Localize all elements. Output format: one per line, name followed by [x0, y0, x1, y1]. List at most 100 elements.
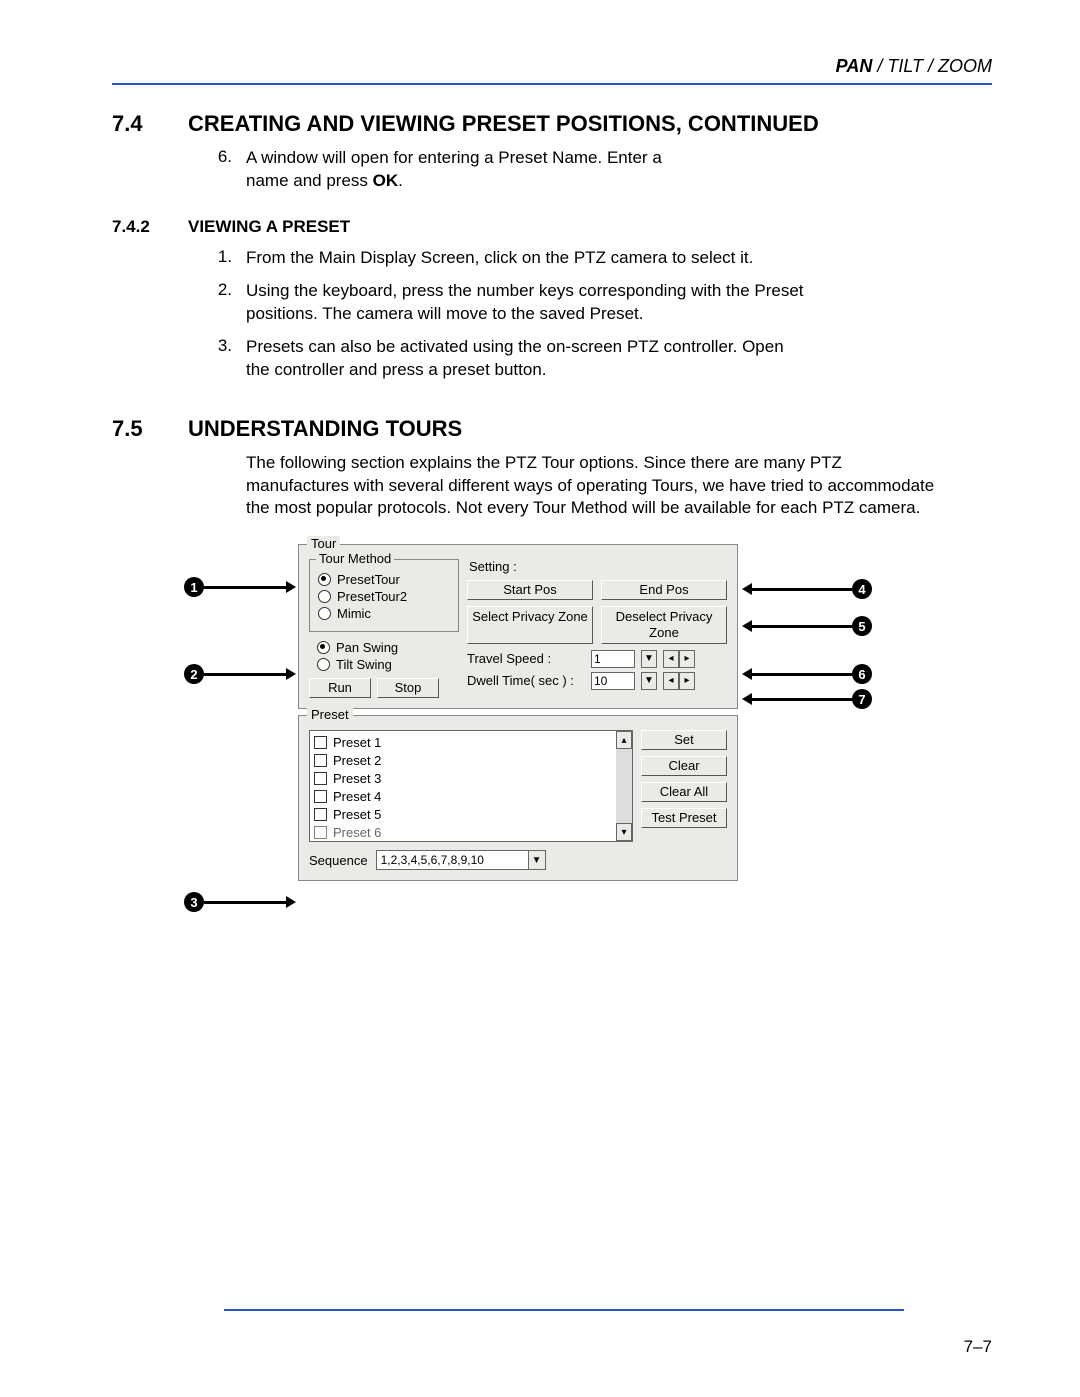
- footer-rule: [224, 1309, 904, 1311]
- radio-dot-icon: [318, 607, 331, 620]
- sequence-row: Sequence 1,2,3,4,5,6,7,8,9,10 ▼: [309, 850, 727, 870]
- list-item[interactable]: Preset 6: [314, 823, 612, 841]
- section-number: 7.5: [112, 416, 166, 442]
- scrollbar[interactable]: ▴ ▾: [616, 731, 632, 841]
- view-preset-step-2: 2. Using the keyboard, press the number …: [112, 280, 992, 326]
- step-6: 6. A window will open for entering a Pre…: [112, 147, 992, 193]
- sequence-label: Sequence: [309, 853, 368, 868]
- radio-presettour2[interactable]: PresetTour2: [318, 589, 450, 604]
- header-chapter-rest: / TILT / ZOOM: [872, 56, 992, 76]
- view-preset-step-1: 1. From the Main Display Screen, click o…: [112, 247, 992, 270]
- subsection-7-4-2-heading: 7.4.2 VIEWING A PRESET: [112, 217, 992, 237]
- callout-bubble: 3: [184, 892, 204, 912]
- step-number: 2.: [112, 280, 232, 326]
- combo-value: 10: [594, 674, 607, 688]
- sequence-combo[interactable]: 1,2,3,4,5,6,7,8,9,10 ▼: [376, 850, 546, 870]
- list-item[interactable]: Preset 1: [314, 733, 612, 751]
- radio-pan-swing[interactable]: Pan Swing: [317, 640, 459, 655]
- callout-bubble: 7: [852, 689, 872, 709]
- step6-text-b: OK: [373, 171, 399, 190]
- radio-label: Tilt Swing: [336, 657, 392, 672]
- callout-1: 1: [184, 577, 296, 597]
- tour-method-legend: Tour Method: [316, 551, 394, 566]
- dropdown-arrow-icon[interactable]: ▼: [641, 650, 657, 668]
- subsection-number: 7.4.2: [112, 217, 166, 237]
- scroll-up-icon[interactable]: ▴: [616, 731, 632, 749]
- callout-bubble: 1: [184, 577, 204, 597]
- dropdown-arrow-icon[interactable]: ▼: [641, 672, 657, 690]
- list-item[interactable]: Preset 3: [314, 769, 612, 787]
- preset-legend: Preset: [307, 707, 353, 722]
- radio-tilt-swing[interactable]: Tilt Swing: [317, 657, 459, 672]
- run-button[interactable]: Run: [309, 678, 371, 698]
- list-item-label: Preset 1: [333, 735, 381, 750]
- start-pos-button[interactable]: Start Pos: [467, 580, 593, 600]
- tour-groupbox: Tour Tour Method PresetTour PresetTour2 …: [298, 544, 738, 709]
- step6-text-a: A window will open for entering a Preset…: [246, 148, 662, 190]
- spin-left-icon[interactable]: ◂: [663, 650, 679, 668]
- callout-bubble: 6: [852, 664, 872, 684]
- checkbox-icon: [314, 736, 327, 749]
- step-number: 3.: [112, 336, 232, 382]
- sequence-value: 1,2,3,4,5,6,7,8,9,10: [377, 851, 528, 869]
- radio-mimic[interactable]: Mimic: [318, 606, 450, 621]
- scroll-down-icon[interactable]: ▾: [616, 823, 632, 841]
- deselect-privacy-zone-button[interactable]: Deselect Privacy Zone: [601, 606, 727, 643]
- step-body: Using the keyboard, press the number key…: [246, 280, 866, 326]
- step-body: From the Main Display Screen, click on t…: [246, 247, 753, 270]
- header-chapter-bold: PAN: [836, 56, 873, 76]
- tour-method-groupbox: Tour Method PresetTour PresetTour2 Mimic: [309, 559, 459, 632]
- test-preset-button[interactable]: Test Preset: [641, 808, 727, 828]
- step-body: Presets can also be activated using the …: [246, 336, 806, 382]
- step-number: 1.: [112, 247, 232, 270]
- subsection-title: VIEWING A PRESET: [188, 217, 350, 237]
- step-body: A window will open for entering a Preset…: [246, 147, 706, 193]
- checkbox-icon: [314, 826, 327, 839]
- select-privacy-zone-button[interactable]: Select Privacy Zone: [467, 606, 593, 643]
- arrow-left-icon: [742, 693, 752, 705]
- step-number: 6.: [112, 147, 232, 193]
- tour-dialog-figure: Tour Tour Method PresetTour PresetTour2 …: [112, 544, 992, 944]
- radio-presettour[interactable]: PresetTour: [318, 572, 450, 587]
- preset-groupbox: Preset Preset 1 Preset 2 Preset 3 Preset…: [298, 715, 738, 881]
- callout-2: 2: [184, 664, 296, 684]
- checkbox-icon: [314, 754, 327, 767]
- checkbox-icon: [314, 772, 327, 785]
- callout-7: 7: [742, 689, 872, 709]
- spin-right-icon[interactable]: ▸: [679, 672, 695, 690]
- preset-listbox[interactable]: Preset 1 Preset 2 Preset 3 Preset 4 Pres…: [309, 730, 633, 842]
- arrow-left-icon: [742, 620, 752, 632]
- view-preset-step-3: 3. Presets can also be activated using t…: [112, 336, 992, 382]
- travel-speed-label: Travel Speed :: [467, 651, 585, 666]
- set-button[interactable]: Set: [641, 730, 727, 750]
- travel-speed-combo[interactable]: 1: [591, 650, 635, 668]
- dropdown-arrow-icon[interactable]: ▼: [528, 851, 545, 869]
- list-item-label: Preset 5: [333, 807, 381, 822]
- list-item[interactable]: Preset 5: [314, 805, 612, 823]
- spin-left-icon[interactable]: ◂: [663, 672, 679, 690]
- clear-all-button[interactable]: Clear All: [641, 782, 727, 802]
- checkbox-icon: [314, 790, 327, 803]
- page-footer: 7–7: [112, 1335, 992, 1357]
- callout-3: 3: [184, 892, 296, 912]
- list-item-label: Preset 3: [333, 771, 381, 786]
- list-item-label: Preset 4: [333, 789, 381, 804]
- callout-6: 6: [742, 664, 872, 684]
- checkbox-icon: [314, 808, 327, 821]
- list-item[interactable]: Preset 4: [314, 787, 612, 805]
- setting-label: Setting :: [467, 559, 727, 574]
- section-7-5-heading: 7.5 UNDERSTANDING TOURS: [112, 416, 992, 442]
- clear-button[interactable]: Clear: [641, 756, 727, 776]
- stop-button[interactable]: Stop: [377, 678, 439, 698]
- dwell-time-combo[interactable]: 10: [591, 672, 635, 690]
- end-pos-button[interactable]: End Pos: [601, 580, 727, 600]
- spin-right-icon[interactable]: ▸: [679, 650, 695, 668]
- dwell-time-label: Dwell Time( sec ) :: [467, 673, 585, 688]
- dwell-time-row: Dwell Time( sec ) : 10 ▼ ◂▸: [467, 672, 727, 690]
- para-body: The following section explains the PTZ T…: [246, 452, 946, 521]
- arrow-left-icon: [742, 668, 752, 680]
- list-item[interactable]: Preset 2: [314, 751, 612, 769]
- section-title: CREATING AND VIEWING PRESET POSITIONS, C…: [188, 111, 819, 137]
- section-7-5-para: The following section explains the PTZ T…: [112, 452, 992, 521]
- combo-value: 1: [594, 652, 601, 666]
